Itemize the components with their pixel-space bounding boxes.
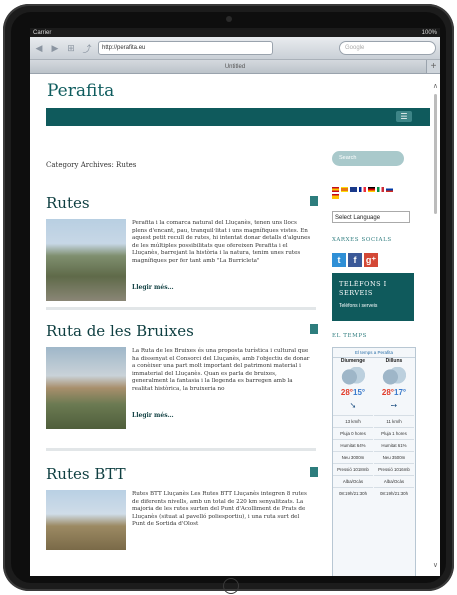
- snow-level: Neu 3000m: [333, 451, 373, 463]
- temp-high: 28°: [340, 388, 353, 397]
- post-excerpt: Perafita i la comarca natural del Lluçan…: [132, 220, 311, 264]
- post-excerpt: La Ruta de les Bruixes és una proposta t…: [132, 348, 310, 392]
- tab-title[interactable]: Untitled: [225, 64, 245, 70]
- post-thumbnail[interactable]: [46, 490, 126, 550]
- flag-icon[interactable]: [350, 187, 357, 192]
- nav-bar: ☰: [46, 108, 430, 126]
- humidity: Humitat 61%: [374, 439, 414, 451]
- home-button[interactable]: [223, 578, 239, 594]
- weather-heading: EL TEMPS: [332, 333, 367, 339]
- battery-label: 100%: [421, 29, 437, 36]
- post-item: Ruta de les Bruixes La Ruta de les Bruix…: [46, 322, 318, 429]
- phones-heading: TELÈFONS I SERVEIS: [339, 280, 387, 297]
- flag-icon[interactable]: [368, 187, 375, 192]
- temp-low: 15°: [353, 388, 366, 397]
- temp-high: 28°: [381, 388, 394, 397]
- wind-speed: 11 km/h: [374, 415, 414, 427]
- sunrise-time: 08:19h/21:30h: [333, 487, 373, 499]
- web-page: Perafita ☰ ∧ ∨ Category Archives: Rutes …: [30, 74, 440, 576]
- document-icon: [310, 196, 318, 206]
- weather-day-name: Diumenge: [340, 358, 366, 364]
- weather-day-name: Dilluns: [385, 358, 403, 364]
- google-plus-icon[interactable]: g⁺: [364, 253, 378, 267]
- phones-link[interactable]: Telèfons i serveis: [339, 303, 377, 309]
- document-icon: [310, 467, 318, 477]
- weather-day: Diumenge 28°15° ➘ 13 km/h Pluja 0 hores …: [333, 358, 373, 499]
- browser-toolbar: ◀ ▶ ⊞ ⤴ http://perafita.eu Google: [30, 37, 440, 60]
- bookmarks-icon[interactable]: ⊞: [66, 43, 76, 54]
- share-icon[interactable]: ⤴: [82, 42, 92, 55]
- wind-icon: ➘: [349, 401, 357, 410]
- flag-icon[interactable]: [332, 194, 339, 199]
- snow-level: Neu 3500m: [374, 451, 414, 463]
- humidity: Humitat 64%: [333, 439, 373, 451]
- post-excerpt: Rutes BTT Lluçanès Les Rutes BTT Lluçanè…: [132, 491, 307, 527]
- post-item: Rutes BTT Rutes BTT Lluçanès Les Rutes B…: [46, 465, 318, 550]
- read-more-link[interactable]: Llegir més…: [132, 284, 174, 291]
- scrollbar[interactable]: [434, 94, 437, 214]
- menu-button[interactable]: ☰: [396, 111, 412, 122]
- post-title[interactable]: Rutes BTT: [46, 465, 316, 483]
- camera-icon: [226, 16, 232, 22]
- forward-icon[interactable]: ▶: [50, 43, 60, 54]
- read-more-link[interactable]: Llegir més…: [132, 412, 174, 419]
- language-flags: [332, 187, 400, 199]
- language-select[interactable]: Select Language: [332, 211, 410, 223]
- post-thumbnail[interactable]: [46, 219, 126, 301]
- sunrise-time: 08:19h/21:30h: [374, 487, 414, 499]
- back-icon[interactable]: ◀: [34, 43, 44, 54]
- rain-hours: Pluja 0 hores: [333, 427, 373, 439]
- weather-link[interactable]: El temps a Perafita: [333, 348, 415, 358]
- caret-up-icon[interactable]: ∧: [433, 82, 438, 90]
- screen: Carrier 100% ◀ ▶ ⊞ ⤴ http://perafita.eu …: [30, 28, 440, 576]
- post-thumbnail[interactable]: [46, 347, 126, 429]
- storm-cloud-icon: [341, 367, 365, 385]
- storm-cloud-icon: [382, 367, 406, 385]
- post-divider: [46, 448, 316, 451]
- flag-icon[interactable]: [359, 187, 366, 192]
- post-divider: [46, 307, 316, 310]
- flag-icon[interactable]: [332, 187, 339, 192]
- search-input[interactable]: Google: [339, 41, 436, 55]
- status-bar: Carrier 100%: [30, 28, 440, 37]
- phones-services-box[interactable]: TELÈFONS I SERVEIS Telèfons i serveis: [332, 273, 414, 321]
- social-links: t f g⁺: [332, 253, 378, 267]
- address-bar[interactable]: http://perafita.eu: [98, 41, 273, 55]
- sunrise-label: Alba/Ocàs: [333, 475, 373, 487]
- weather-widget: El temps a Perafita Diumenge 28°15° ➘ 13…: [332, 347, 416, 576]
- carrier-label: Carrier: [33, 29, 52, 36]
- post-title[interactable]: Rutes: [46, 194, 316, 212]
- facebook-icon[interactable]: f: [348, 253, 362, 267]
- flag-icon[interactable]: [386, 187, 393, 192]
- flag-icon[interactable]: [377, 187, 384, 192]
- wind-speed: 13 km/h: [333, 415, 373, 427]
- post-title[interactable]: Ruta de les Bruixes: [46, 322, 316, 340]
- archive-heading: Category Archives: Rutes: [46, 161, 137, 169]
- site-title[interactable]: Perafita: [47, 81, 114, 101]
- rain-hours: Pluja 1 hores: [374, 427, 414, 439]
- document-icon: [310, 324, 318, 334]
- weather-day: Dilluns 28°17° ➙ 11 km/h Pluja 1 hores H…: [374, 358, 414, 499]
- pressure: Pressió 1018mb: [333, 463, 373, 475]
- new-tab-button[interactable]: +: [426, 60, 440, 73]
- caret-down-icon[interactable]: ∨: [433, 561, 438, 569]
- flag-icon[interactable]: [341, 187, 348, 192]
- post-item: Rutes Perafita i la comarca natural del …: [46, 194, 318, 301]
- twitter-icon[interactable]: t: [332, 253, 346, 267]
- pressure: Pressió 1016mb: [374, 463, 414, 475]
- wind-icon: ➙: [390, 401, 398, 410]
- social-heading: XARXES SOCIALS: [332, 237, 392, 243]
- sidebar-search-input[interactable]: Search: [332, 151, 404, 166]
- sunrise-label: Alba/Ocàs: [374, 475, 414, 487]
- temp-low: 17°: [394, 388, 407, 397]
- tab-bar: Untitled +: [30, 60, 440, 74]
